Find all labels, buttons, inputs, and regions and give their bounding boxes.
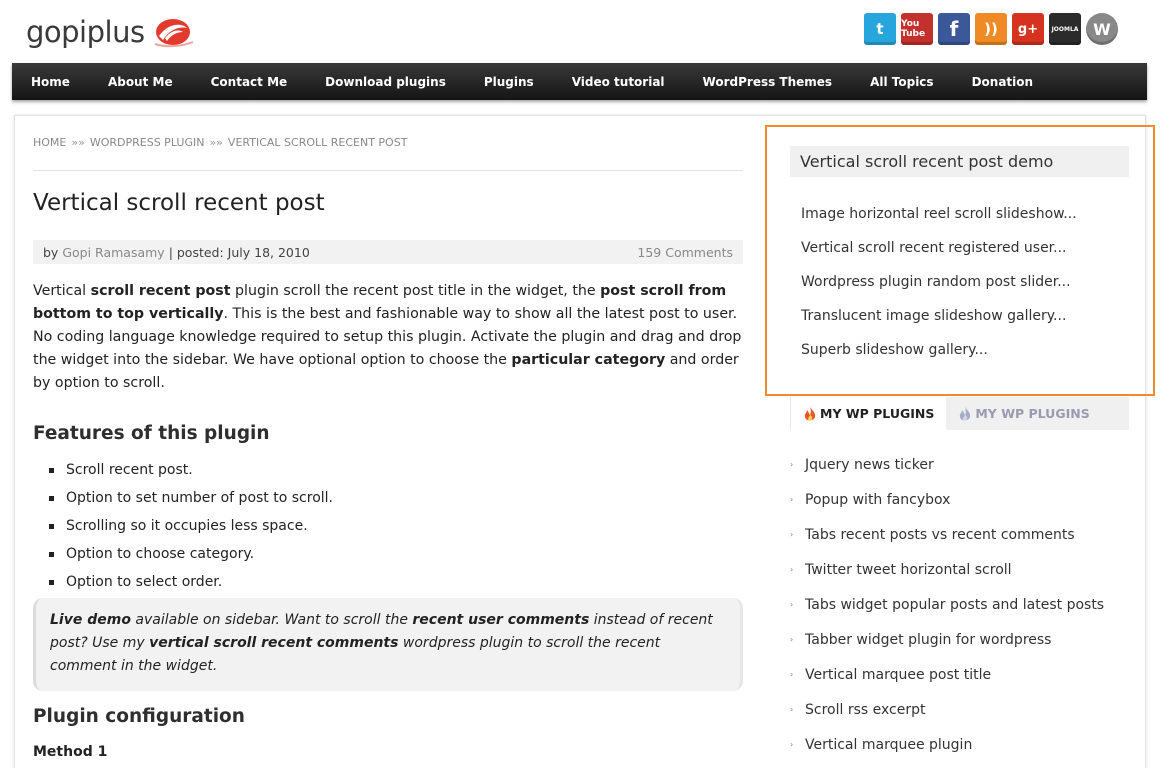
plugin-link[interactable]: Vertical marquee post title [805,664,991,686]
breadcrumb-section[interactable]: WORDPRESS PLUGIN [90,136,205,149]
nav-contact-me[interactable]: Contact Me [192,75,307,89]
bullet-arrow-icon: › [790,669,794,679]
plugin-list-item[interactable]: › Vertical marquee plugin [790,727,1104,762]
list-item: Scroll recent post. [49,459,333,487]
nav-home[interactable]: Home [12,75,89,89]
plugin-list-item[interactable]: › Popup with fancybox [790,482,1104,517]
plugin-link[interactable]: Tabs widget popular posts and latest pos… [805,594,1104,616]
flame-icon [960,405,971,420]
bullet-arrow-icon: › [790,634,794,644]
note-bold: Live demo [50,612,131,628]
features-heading: Features of this plugin [33,423,270,444]
bullet-arrow-icon: › [790,494,794,504]
tab-label: MY WP PLUGINS [975,406,1090,421]
joomla-icon[interactable]: JOOMLA [1049,13,1081,45]
nav-wordpress-themes[interactable]: WordPress Themes [684,75,852,89]
facebook-icon[interactable]: f [938,13,970,45]
nav-download-plugins[interactable]: Download plugins [306,75,465,89]
features-list: Scroll recent post. Option to set number … [49,459,333,599]
intro-bold: scroll recent post [90,283,231,299]
list-item: Option to select order. [49,571,333,599]
intro-bold: particular category [511,352,666,368]
config-heading: Plugin configuration [33,706,245,727]
comments-link[interactable]: 159 Comments [637,245,733,260]
plugins-tabs: MY WP PLUGINS MY WP PLUGINS [790,397,1129,430]
plugin-list-item[interactable]: › Jquery news ticker [790,447,1104,482]
list-item: Scrolling so it occupies less space. [49,515,333,543]
wordpress-icon[interactable]: W [1086,13,1118,45]
nav-about-me[interactable]: About Me [89,75,192,89]
breadcrumb: HOME »» WORDPRESS PLUGIN »» VERTICAL SCROLL … [33,136,407,149]
post-byline: by Gopi Ramasamy | posted: July 18, 2010 [43,245,310,260]
plugin-link[interactable]: Jquery news ticker [805,454,934,476]
demo-scroll-list: Image horizontal reel scroll slideshow..… [801,203,1077,373]
plugin-link[interactable]: Scroll rss excerpt [805,699,925,721]
post-meta-bar: by Gopi Ramasamy | posted: July 18, 2010… [33,240,743,264]
demo-list-item[interactable]: Vertical scroll recent registered user..… [801,237,1077,271]
breadcrumb-current: VERTICAL SCROLL RECENT POST [227,136,408,149]
tab-label: MY WP PLUGINS [820,406,935,421]
list-item: Option to set number of post to scroll. [49,487,333,515]
logo-swirl-icon [154,19,193,48]
nav-plugins[interactable]: Plugins [465,75,553,89]
plugin-list-item[interactable]: › Tabs widget popular posts and latest po… [790,587,1104,622]
post-intro: Vertical scroll recent post plugin scrol… [33,280,743,395]
flame-icon [804,405,816,420]
note-text: available on sidebar. Want to scroll the [130,612,413,628]
google-plus-icon[interactable]: g+ [1012,13,1044,45]
intro-text: Vertical [33,283,91,299]
plugin-list-item[interactable]: › Twitter tweet horizontal scroll [790,552,1104,587]
demo-list-item[interactable]: Wordpress plugin random post slider... [801,271,1077,305]
demo-list-item[interactable]: Translucent image slideshow gallery... [801,305,1077,339]
note-bold: recent user comments [412,612,590,628]
demo-widget-title: Vertical scroll recent post demo [790,146,1129,177]
social-icons: t You Tube f)) g+ JOOMLA W [864,13,1118,45]
plugin-link[interactable]: Popup with fancybox [805,489,950,511]
plugin-list-item[interactable]: › Tabs recent posts vs recent comments [790,517,1104,552]
bullet-arrow-icon: › [790,459,794,469]
intro-text: plugin scroll the recent post title in t… [230,283,601,299]
bullet-arrow-icon: › [790,704,794,714]
method-heading: Method 1 [33,744,108,760]
breadcrumb-home[interactable]: HOME [33,136,66,149]
breadcrumb-separator: »» [71,136,85,149]
tab-my-wp-plugins-alt[interactable]: MY WP PLUGINS [946,397,1101,430]
plugin-list-item[interactable]: › Scroll rss excerpt [790,692,1104,727]
plugin-link[interactable]: Tabs recent posts vs recent comments [805,524,1075,546]
plugin-link[interactable]: Vertical marquee plugin [805,734,972,756]
breadcrumb-separator: »» [209,136,223,149]
post-title: Vertical scroll recent post [33,190,325,216]
twitter-icon[interactable]: t [864,13,896,45]
youtube-icon[interactable]: You Tube [901,13,933,45]
main-nav: Home About Me Contact Me Download plugins Pl… [12,63,1147,100]
list-item: Option to choose category. [49,543,333,571]
bullet-arrow-icon: › [790,529,794,539]
logo-text: gopiplus [26,15,145,49]
site-logo[interactable]: gopiplus [26,12,195,52]
by-label: by [43,244,59,260]
tab-my-wp-plugins[interactable]: MY WP PLUGINS [790,397,947,430]
note-link[interactable]: vertical scroll recent comments [149,635,398,651]
demo-list-item[interactable]: Image horizontal reel scroll slideshow..… [801,203,1077,237]
rss-icon[interactable]: )) [975,13,1007,45]
plugin-list-item[interactable]: › Tabber widget plugin for wordpress [790,622,1104,657]
plugins-list: › Jquery news ticker › Popup with fancybox ›… [790,447,1104,762]
divider [33,170,743,171]
plugin-link[interactable]: Tabber widget plugin for wordpress [805,629,1051,651]
live-demo-note: Live demo available on sidebar. Want to … [33,598,743,691]
author-link[interactable]: Gopi Ramasamy [62,245,164,260]
nav-donation[interactable]: Donation [953,75,1052,89]
plugin-list-item[interactable]: › Vertical marquee post title [790,657,1104,692]
demo-list-item[interactable]: Superb slideshow gallery... [801,339,1077,373]
bullet-arrow-icon: › [790,599,794,609]
posted-date: | posted: July 18, 2010 [168,244,310,260]
nav-all-topics[interactable]: All Topics [851,75,953,89]
bullet-arrow-icon: › [790,739,794,749]
nav-video-tutorial[interactable]: Video tutorial [553,75,684,89]
plugin-link[interactable]: Twitter tweet horizontal scroll [805,559,1012,581]
bullet-arrow-icon: › [790,564,794,574]
